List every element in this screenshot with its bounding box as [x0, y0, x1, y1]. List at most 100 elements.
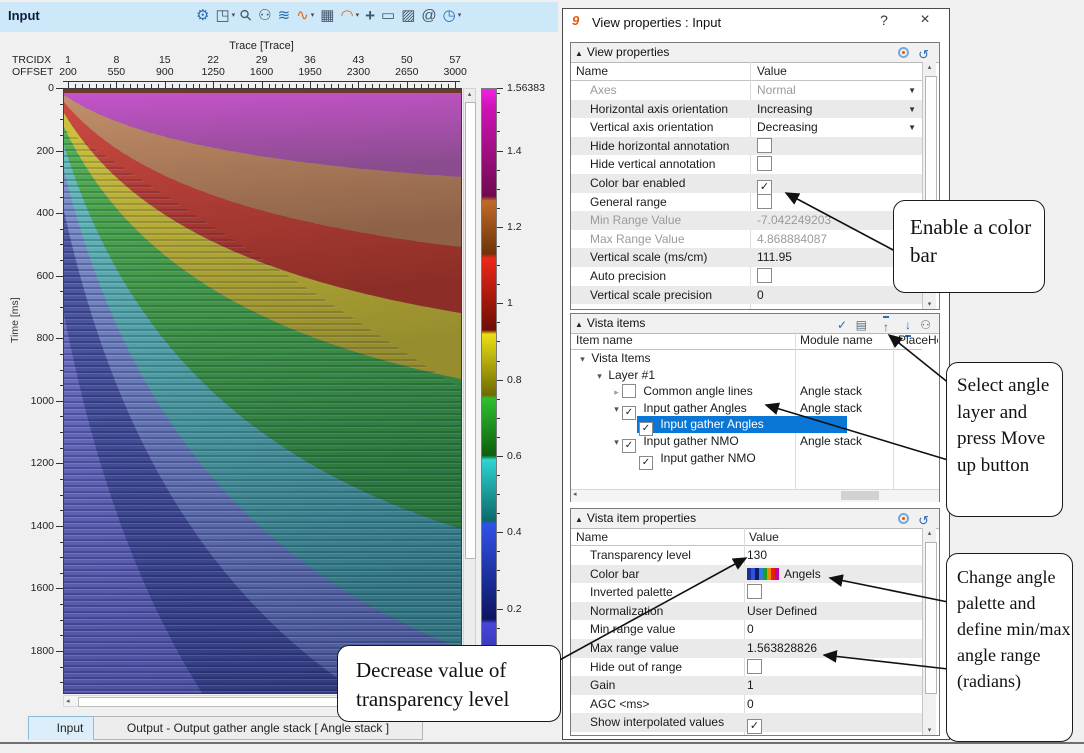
vista-item-properties-header[interactable]: ▲Vista item properties ↺ — [571, 509, 939, 529]
expander-closed-icon[interactable]: ▸ — [611, 384, 622, 401]
property-row[interactable]: AxesNormal▼ — [571, 81, 922, 100]
dialog-help-button[interactable]: ? — [874, 12, 894, 28]
tree-scrollbar-thumb[interactable] — [841, 491, 879, 500]
property-value[interactable] — [747, 583, 762, 602]
comment-icon[interactable]: ▭ — [381, 5, 395, 27]
collapse-triangle-icon[interactable]: ▲ — [575, 49, 583, 58]
property-row[interactable]: Gain1 — [571, 676, 922, 695]
compass-icon[interactable]: ◷▾ — [443, 5, 462, 27]
property-row[interactable]: AGC <ms>0 — [571, 695, 922, 714]
view-properties-header[interactable]: ▲View properties ↺ — [571, 43, 939, 63]
property-row[interactable]: Vertical axis orientationDecreasing▼ — [571, 118, 922, 137]
vertical-scrollbar-thumb[interactable] — [465, 102, 476, 559]
property-value[interactable] — [757, 137, 772, 156]
move-up-button[interactable]: ↑ — [883, 316, 889, 337]
property-row[interactable]: Vertical scale precision0 — [571, 286, 922, 305]
collapse-triangle-icon[interactable]: ▲ — [575, 320, 583, 329]
vip-scrollbar[interactable]: ▴ ▾ — [922, 528, 936, 735]
tree-item[interactable]: ✓ Input gather Angles — [571, 416, 922, 433]
property-value[interactable]: Normal — [757, 81, 796, 100]
property-value[interactable]: 1.563828826 — [747, 639, 817, 658]
checkbox-checked[interactable]: ✓ — [639, 456, 653, 470]
dropdown-arrow-icon[interactable]: ▼ — [908, 119, 916, 138]
tree-item[interactable]: ▾✓ Input gather AnglesAngle stack — [571, 400, 922, 417]
property-value[interactable]: -7.042249203 — [757, 211, 831, 230]
property-row[interactable]: General range — [571, 193, 922, 212]
crosshair-icon[interactable]: + — [365, 5, 375, 27]
target-icon[interactable] — [898, 47, 909, 58]
property-value[interactable]: Angels — [747, 565, 821, 584]
collapse-triangle-icon[interactable]: ▲ — [575, 515, 583, 524]
property-row[interactable]: Transparency level130 — [571, 546, 922, 565]
settings-gear-icon[interactable]: ⚙ — [196, 5, 209, 27]
property-value[interactable] — [757, 155, 772, 174]
property-row[interactable]: Horizontal axis orientationIncreasing▼ — [571, 100, 922, 119]
property-value[interactable]: 0 — [747, 620, 754, 639]
property-row[interactable]: Color barAngels — [571, 565, 922, 584]
scroll-up-icon[interactable]: ▴ — [464, 90, 475, 98]
checkbox-unchecked[interactable] — [747, 584, 762, 599]
property-row[interactable]: Max Range Value4.868884087 — [571, 230, 922, 249]
checkbox-unchecked[interactable] — [757, 194, 772, 209]
loupe-icon[interactable]: @ — [421, 5, 436, 27]
target-icon[interactable] — [898, 513, 909, 524]
layers-icon[interactable]: ≋ — [278, 5, 291, 27]
property-value[interactable]: 4.868884087 — [757, 230, 827, 249]
checkbox-checked[interactable]: ✓ — [747, 719, 762, 734]
checkbox-unchecked[interactable] — [747, 659, 762, 674]
image-export-icon[interactable]: ▨ — [401, 5, 415, 27]
dropdown-caret-icon[interactable]: ▾ — [311, 5, 315, 27]
dropdown-arrow-icon[interactable]: ▼ — [908, 82, 916, 101]
scroll-down-icon[interactable]: ▾ — [923, 300, 936, 308]
expander-open-icon[interactable]: ▾ — [577, 351, 588, 368]
dropdown-caret-icon[interactable]: ▾ — [458, 5, 462, 27]
property-row[interactable]: Hide out of range — [571, 658, 922, 677]
checkbox-unchecked[interactable] — [757, 138, 772, 153]
tree-item[interactable]: ▸ Common angle linesAngle stack — [571, 383, 922, 400]
checkbox-unchecked[interactable] — [757, 156, 772, 171]
scroll-up-icon[interactable]: ▴ — [923, 529, 936, 537]
wiggle-display-icon[interactable]: ∿▾ — [296, 5, 314, 27]
dropdown-caret-icon[interactable]: ▾ — [356, 5, 360, 27]
expander-open-icon[interactable]: ▾ — [611, 401, 622, 418]
property-value[interactable]: 0 — [747, 695, 754, 714]
select-mode-icon[interactable]: ◳▾ — [215, 5, 235, 27]
property-value[interactable]: Increasing — [757, 100, 812, 119]
plot-vertical-scrollbar[interactable]: ▴ ▾ — [463, 88, 476, 693]
dialog-close-button[interactable]: × — [914, 11, 936, 29]
seismic-angle-gather-plot[interactable] — [63, 88, 462, 694]
property-value[interactable]: ✓ — [747, 713, 762, 734]
vista-items-header[interactable]: ▲Vista items ✓ ▤ ↑ ↓ ⚇ — [571, 314, 939, 334]
property-row[interactable]: Min Range Value-7.042249203 — [571, 211, 922, 230]
checkbox-unchecked[interactable] — [757, 268, 772, 283]
mouse-tool-icon[interactable]: ⚇ — [258, 5, 271, 27]
property-value[interactable] — [757, 193, 772, 212]
property-row[interactable]: Show interpolated values✓ — [571, 713, 922, 732]
property-value[interactable] — [757, 267, 772, 286]
property-value[interactable]: 1 — [747, 676, 754, 695]
tree-item[interactable]: ▾ Layer #1 — [571, 367, 922, 384]
expander-open-icon[interactable]: ▾ — [611, 434, 622, 451]
checkbox-unchecked[interactable] — [622, 384, 636, 398]
property-value[interactable] — [747, 658, 762, 677]
property-row[interactable]: Hide horizontal annotation — [571, 137, 922, 156]
dropdown-arrow-icon[interactable]: ▼ — [908, 101, 916, 120]
property-row[interactable]: Inverted palette — [571, 583, 922, 602]
property-row[interactable]: NormalizationUser Defined — [571, 602, 922, 621]
property-value[interactable]: 0 — [757, 286, 764, 305]
spreadsheet-icon[interactable]: ▦ — [320, 5, 334, 27]
tree-item[interactable]: ✓ Input gather NMO — [571, 450, 922, 467]
scroll-up-icon[interactable]: ▴ — [923, 63, 936, 71]
histogram-icon[interactable]: ◠▾ — [340, 5, 359, 27]
scroll-down-icon[interactable]: ▾ — [923, 726, 936, 734]
property-value[interactable]: 111.95 — [757, 248, 792, 267]
palette-swatch[interactable] — [747, 567, 779, 579]
scroll-left-icon[interactable]: ◂ — [573, 490, 577, 498]
expander-open-icon[interactable]: ▾ — [594, 368, 605, 385]
property-row[interactable]: Hide vertical annotation — [571, 155, 922, 174]
tree-item[interactable]: ▾✓ Input gather NMOAngle stack — [571, 433, 922, 450]
zoom-tool-icon[interactable]: ⚲ — [241, 5, 252, 27]
tree-horizontal-scrollbar[interactable]: ◂ — [571, 489, 939, 502]
property-row[interactable]: Color bar enabled✓ — [571, 174, 922, 193]
property-value[interactable]: Decreasing — [757, 118, 818, 137]
